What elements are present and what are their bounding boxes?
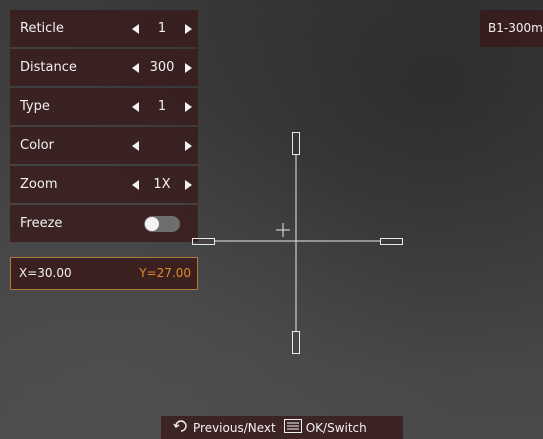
reticle-right-post: [380, 238, 403, 245]
reticle-bottom-post: [292, 331, 300, 354]
previous-next-hint: Previous/Next: [193, 420, 276, 435]
ok-switch-hint: OK/Switch: [305, 420, 367, 435]
reticle-top-post: [292, 132, 300, 155]
hint-bar: Previous/Next OK/Switch: [161, 416, 403, 439]
reticle-overlay: [192, 132, 403, 354]
rotate-icon: [173, 418, 189, 437]
menu-list-icon: [283, 419, 302, 436]
reticle-left-post: [192, 238, 215, 245]
